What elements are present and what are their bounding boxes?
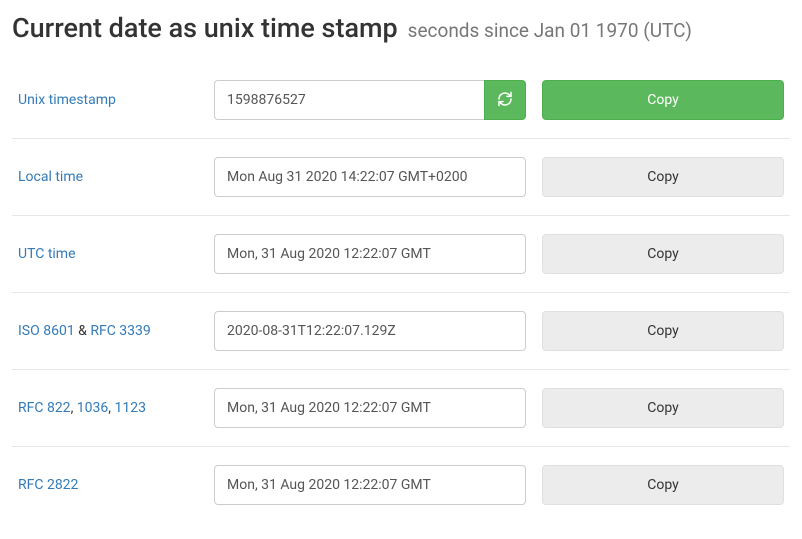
row-local-time: Local time Copy — [12, 139, 790, 216]
label-local-time: Local time — [18, 169, 214, 185]
copy-button-iso[interactable]: Copy — [542, 311, 784, 351]
input-cell-iso — [214, 311, 526, 351]
input-cell-local — [214, 157, 526, 197]
label-rfc2822: RFC 2822 — [18, 477, 214, 493]
input-group-unix — [214, 80, 526, 120]
copy-button-utc[interactable]: Copy — [542, 234, 784, 274]
link-rfc2822[interactable]: RFC 2822 — [18, 477, 78, 493]
row-unix-timestamp: Unix timestamp Copy — [12, 62, 790, 139]
link-rfc822[interactable]: RFC 822 — [18, 400, 71, 416]
link-utc-time[interactable]: UTC time — [18, 246, 76, 262]
label-unix-timestamp: Unix timestamp — [18, 92, 214, 108]
link-rfc3339[interactable]: RFC 3339 — [90, 323, 150, 339]
rfc822-input[interactable] — [214, 388, 526, 428]
input-cell-unix — [214, 80, 526, 120]
timestamp-rows: Unix timestamp Copy — [12, 62, 790, 523]
amp-separator: & — [75, 323, 91, 339]
local-time-input[interactable] — [214, 157, 526, 197]
link-unix-timestamp[interactable]: Unix timestamp — [18, 92, 116, 108]
page-heading: Current date as unix time stamp seconds … — [12, 12, 790, 44]
input-cell-rfc2822 — [214, 465, 526, 505]
copy-button-rfc822[interactable]: Copy — [542, 388, 784, 428]
input-cell-utc — [214, 234, 526, 274]
copy-cell-iso: Copy — [526, 311, 784, 351]
link-rfc1036[interactable]: 1036 — [77, 400, 108, 416]
label-iso8601: ISO 8601 & RFC 3339 — [18, 323, 214, 339]
link-rfc1123[interactable]: 1123 — [115, 400, 146, 416]
iso8601-input[interactable] — [214, 311, 526, 351]
copy-cell-local: Copy — [526, 157, 784, 197]
rfc2822-input[interactable] — [214, 465, 526, 505]
row-rfc822: RFC 822, 1036, 1123 Copy — [12, 370, 790, 447]
row-utc-time: UTC time Copy — [12, 216, 790, 293]
row-rfc2822: RFC 2822 Copy — [12, 447, 790, 523]
copy-button-unix[interactable]: Copy — [542, 80, 784, 120]
copy-cell-rfc2822: Copy — [526, 465, 784, 505]
copy-cell-rfc822: Copy — [526, 388, 784, 428]
copy-button-local[interactable]: Copy — [542, 157, 784, 197]
refresh-button[interactable] — [484, 80, 526, 120]
refresh-icon — [497, 91, 513, 110]
copy-cell-utc: Copy — [526, 234, 784, 274]
label-utc-time: UTC time — [18, 246, 214, 262]
utc-time-input[interactable] — [214, 234, 526, 274]
input-cell-rfc822 — [214, 388, 526, 428]
unix-timestamp-input[interactable] — [214, 80, 484, 120]
copy-cell-unix: Copy — [526, 80, 784, 120]
link-local-time[interactable]: Local time — [18, 169, 83, 185]
row-iso8601: ISO 8601 & RFC 3339 Copy — [12, 293, 790, 370]
page-subtitle: seconds since Jan 01 1970 (UTC) — [408, 19, 692, 42]
copy-button-rfc2822[interactable]: Copy — [542, 465, 784, 505]
link-iso8601[interactable]: ISO 8601 — [18, 323, 75, 339]
label-rfc822: RFC 822, 1036, 1123 — [18, 400, 214, 416]
page-title: Current date as unix time stamp — [12, 12, 398, 44]
